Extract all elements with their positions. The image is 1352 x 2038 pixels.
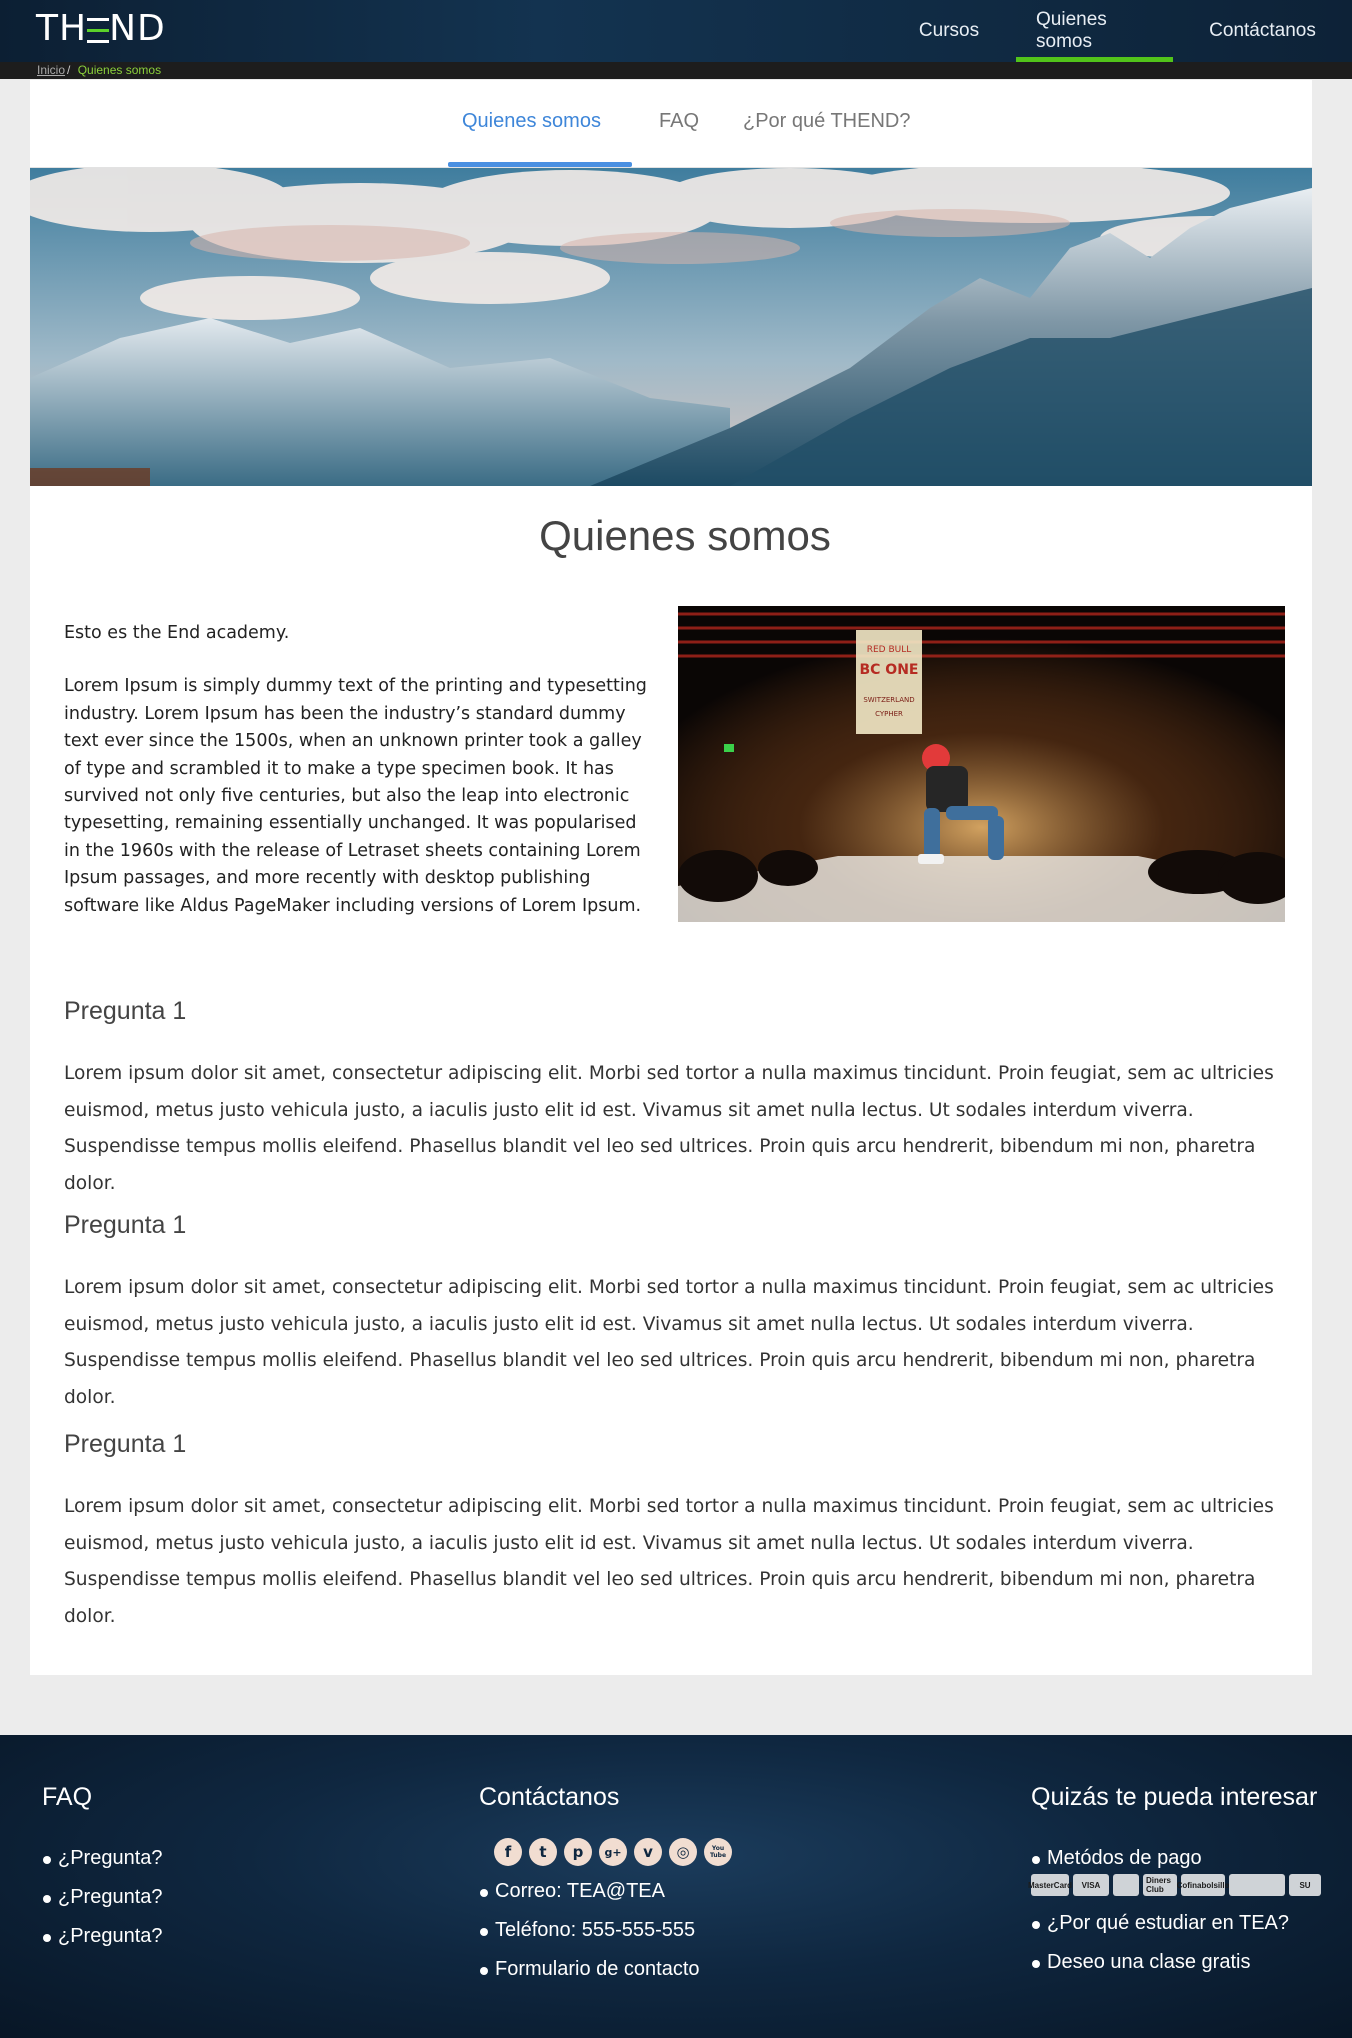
footer-interest-title: Quizás te pueda interesar <box>1031 1783 1318 1811</box>
breakdance-stage-photo: RED BULL BC ONE SWITZERLAND CYPHER <box>678 606 1285 922</box>
facebook-icon[interactable]: f <box>494 1838 522 1866</box>
faq-answer: Lorem ipsum dolor sit amet, consectetur … <box>64 1277 1274 1408</box>
free-class-link[interactable]: Deseo una clase gratis <box>1031 1951 1321 1990</box>
mountain-hero-image <box>30 168 1312 486</box>
faq-question: Pregunta 1 <box>64 997 187 1025</box>
nav-item-quienes-somos[interactable]: Quienes somos <box>1016 0 1173 62</box>
faq-item: Pregunta 1 Lorem ipsum dolor sit amet, c… <box>64 1430 1304 1635</box>
faq-question: Pregunta 1 <box>64 1430 187 1458</box>
youtube-icon[interactable]: You Tube <box>704 1838 732 1866</box>
contact-form-link[interactable]: Formulario de contacto <box>479 1958 732 1997</box>
tab-quienes-somos[interactable]: Quienes somos <box>462 110 601 133</box>
tab-por-que-thend[interactable]: ¿Por qué THEND? <box>743 110 910 133</box>
thend-logo[interactable]: TH ND <box>36 8 166 49</box>
vimeo-icon[interactable]: v <box>634 1838 662 1866</box>
active-tab-indicator <box>448 162 632 167</box>
social-icons: f t p g+ v ◎ You Tube <box>494 1838 732 1866</box>
section-tabs: Quienes somos FAQ ¿Por qué THEND? <box>30 80 1312 168</box>
contact-email[interactable]: Correo: TEA@TEA <box>479 1880 732 1919</box>
footer-faq-column: FAQ ¿Pregunta? ¿Pregunta? ¿Pregunta? <box>42 1783 163 1964</box>
banner-line-3: SWITZERLAND <box>863 696 914 704</box>
breadcrumb-separator: / <box>67 63 71 77</box>
faq-answer: Lorem ipsum dolor sit amet, consectetur … <box>64 1063 1274 1194</box>
page-title: Quienes somos <box>539 512 831 559</box>
pinterest-icon[interactable]: p <box>564 1838 592 1866</box>
why-study-link[interactable]: ¿Por qué estudiar en TEA? <box>1031 1912 1321 1951</box>
nav-item-contactanos[interactable]: Contáctanos <box>1173 0 1352 62</box>
footer-contact-column: Contáctanos f t p g+ v ◎ You Tube Correo… <box>479 1783 732 1997</box>
breadcrumb-current: Quienes somos <box>77 63 162 77</box>
payment-methods-link[interactable]: Metódos de pago <box>1031 1847 1321 1886</box>
footer-interest-column: Quizás te pueda interesar Metódos de pag… <box>1028 1783 1321 1990</box>
footer-faq-link[interactable]: ¿Pregunta? <box>42 1886 163 1925</box>
intro-paragraph: Lorem Ipsum is simply dummy text of the … <box>64 676 647 916</box>
breadcrumb: Inicio / Quienes somos <box>0 62 1352 79</box>
main-nav: Cursos Quienes somos Contáctanos <box>882 0 1352 62</box>
breadcrumb-home-link[interactable]: Inicio <box>37 63 65 77</box>
twitter-icon[interactable]: t <box>529 1838 557 1866</box>
faq-question: Pregunta 1 <box>64 1211 187 1239</box>
footer-faq-link[interactable]: ¿Pregunta? <box>42 1847 163 1886</box>
banner-line-4: CYPHER <box>875 710 903 718</box>
contact-phone[interactable]: Teléfono: 555-555-555 <box>479 1919 732 1958</box>
intro-heading: Esto es the End academy. <box>64 623 290 643</box>
intro-text: Esto es the End academy. Lorem Ipsum is … <box>64 620 654 946</box>
faq-answer: Lorem ipsum dolor sit amet, consectetur … <box>64 1496 1274 1627</box>
faq-item: Pregunta 1 Lorem ipsum dolor sit amet, c… <box>64 1211 1304 1416</box>
faq-item: Pregunta 1 Lorem ipsum dolor sit amet, c… <box>64 997 1304 1202</box>
logo-text-right: ND <box>109 8 166 49</box>
top-navbar: TH ND Cursos Quienes somos Contáctanos <box>0 0 1352 62</box>
nav-item-cursos[interactable]: Cursos <box>882 0 1016 62</box>
footer: FAQ ¿Pregunta? ¿Pregunta? ¿Pregunta? Con… <box>0 1735 1352 2038</box>
banner-line-2: BC ONE <box>859 662 918 678</box>
content-card: Quienes somos FAQ ¿Por qué THEND? Quiene… <box>30 80 1312 1675</box>
footer-faq-link[interactable]: ¿Pregunta? <box>42 1925 163 1964</box>
footer-faq-title: FAQ <box>42 1783 93 1811</box>
logo-text-left: TH <box>36 8 88 49</box>
tab-faq[interactable]: FAQ <box>659 110 699 133</box>
banner-line-1: RED BULL <box>867 645 912 655</box>
logo-e-glyph <box>87 16 110 44</box>
instagram-icon[interactable]: ◎ <box>669 1838 697 1866</box>
google-plus-icon[interactable]: g+ <box>599 1838 627 1866</box>
footer-contact-title: Contáctanos <box>479 1783 620 1811</box>
